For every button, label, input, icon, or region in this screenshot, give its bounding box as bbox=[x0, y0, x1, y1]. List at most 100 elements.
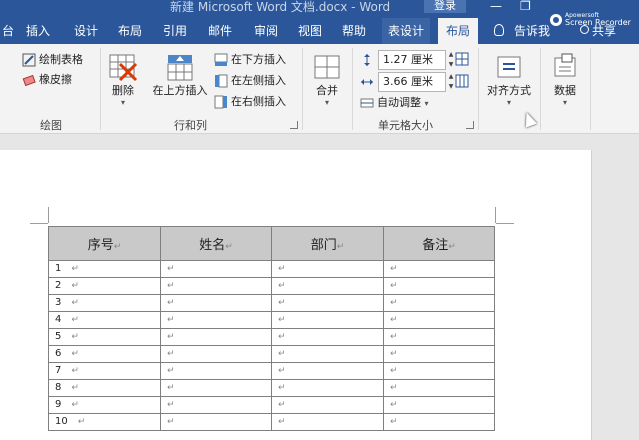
table-cell[interactable]: ↵ bbox=[383, 362, 495, 380]
table-cell[interactable]: ↵ bbox=[271, 294, 384, 312]
cell-mark: ↵ bbox=[71, 264, 79, 274]
header-cell[interactable]: 姓名↵ bbox=[160, 226, 272, 261]
table-cell[interactable]: ↵ bbox=[271, 396, 384, 414]
table-cell[interactable]: ↵ bbox=[271, 345, 384, 363]
row-number: 1 bbox=[55, 263, 62, 274]
restore-icon[interactable]: ❐ bbox=[520, 0, 531, 12]
table-row[interactable]: 10 ↵ ↵ ↵ ↵ bbox=[48, 413, 495, 431]
table-cell[interactable]: 1 ↵ bbox=[48, 260, 161, 278]
table-cell[interactable]: ↵ bbox=[271, 413, 384, 431]
row-height-spinner[interactable]: 1.27 厘米 ▲ ▼ bbox=[360, 50, 458, 70]
table-cell[interactable]: ↵ bbox=[383, 311, 495, 329]
table-cell[interactable]: ↵ bbox=[271, 311, 384, 329]
table-cell[interactable]: ↵ bbox=[383, 345, 495, 363]
tab-home[interactable]: 台 bbox=[0, 18, 16, 44]
login-button[interactable]: 登录 bbox=[424, 0, 466, 13]
table-cell[interactable]: ↵ bbox=[160, 260, 272, 278]
insert-right-button[interactable]: 在右侧插入 bbox=[214, 92, 286, 112]
table-cell[interactable]: ↵ bbox=[271, 362, 384, 380]
share-button[interactable]: 共享 bbox=[580, 18, 616, 44]
tab-table-design[interactable]: 表设计 bbox=[382, 18, 431, 44]
table-cell[interactable]: ↵ bbox=[160, 277, 272, 295]
table-cell[interactable]: 4 ↵ bbox=[48, 311, 161, 329]
tab-review[interactable]: 审阅 bbox=[254, 18, 278, 44]
document-table[interactable]: 序号↵ 姓名↵ 部门↵ 备注↵ 1 ↵ ↵ ↵ ↵ 2 ↵ ↵ ↵ ↵ 3 ↵ ↵ ↵ ↵ 4 ↵ ↵ ↵ ↵ 5 ↵ ↵ ↵… bbox=[48, 226, 495, 431]
insert-left-button[interactable]: 在左侧插入 bbox=[214, 71, 286, 91]
table-cell[interactable]: ↵ bbox=[383, 379, 495, 397]
table-cell[interactable]: ↵ bbox=[160, 379, 272, 397]
table-cell[interactable]: ↵ bbox=[383, 260, 495, 278]
margin-mark bbox=[30, 223, 48, 224]
column-width-spinner[interactable]: 3.66 厘米 ▲ ▼ bbox=[360, 72, 458, 92]
tab-mailings[interactable]: 邮件 bbox=[208, 18, 232, 44]
eraser-label: 橡皮擦 bbox=[39, 73, 72, 86]
merge-button[interactable]: 合并 ▾ bbox=[310, 52, 344, 107]
cell-size-launcher-icon[interactable] bbox=[466, 121, 474, 129]
distribute-rows-button[interactable] bbox=[455, 49, 472, 69]
table-cell[interactable]: 3 ↵ bbox=[48, 294, 161, 312]
chevron-down-icon: ▾ bbox=[562, 98, 567, 107]
distribute-columns-button[interactable] bbox=[455, 71, 472, 91]
eraser-button[interactable]: 橡皮擦 bbox=[22, 70, 72, 90]
table-cell[interactable]: ↵ bbox=[383, 396, 495, 414]
table-cell[interactable]: ↵ bbox=[383, 277, 495, 295]
table-row[interactable]: 4 ↵ ↵ ↵ ↵ bbox=[48, 311, 495, 329]
data-button[interactable]: 数据 ▾ bbox=[548, 52, 582, 107]
cell-mark: ↵ bbox=[336, 242, 345, 252]
table-cell[interactable]: ↵ bbox=[271, 260, 384, 278]
tab-design[interactable]: 设计 bbox=[74, 18, 98, 44]
alignment-button[interactable]: 对齐方式 ▾ bbox=[484, 52, 534, 107]
table-row[interactable]: 2 ↵ ↵ ↵ ↵ bbox=[48, 277, 495, 295]
cell-mark: ↵ bbox=[278, 349, 286, 359]
table-row[interactable]: 9 ↵ ↵ ↵ ↵ bbox=[48, 396, 495, 414]
insert-above-button[interactable]: 在上方插入 bbox=[150, 52, 210, 98]
header-cell[interactable]: 序号↵ bbox=[48, 226, 161, 261]
table-cell[interactable]: ↵ bbox=[271, 328, 384, 346]
minimize-icon[interactable]: — bbox=[490, 0, 502, 12]
table-cell[interactable]: 10 ↵ bbox=[48, 413, 161, 431]
table-cell[interactable]: ↵ bbox=[271, 277, 384, 295]
table-cell[interactable]: ↵ bbox=[160, 396, 272, 414]
table-cell[interactable]: 5 ↵ bbox=[48, 328, 161, 346]
cell-mark: ↵ bbox=[167, 264, 175, 274]
cell-mark: ↵ bbox=[278, 315, 286, 325]
tab-view[interactable]: 视图 bbox=[298, 18, 322, 44]
tell-me[interactable]: 告诉我 bbox=[494, 18, 550, 44]
tab-references[interactable]: 引用 bbox=[163, 18, 187, 44]
table-cell[interactable]: ↵ bbox=[160, 362, 272, 380]
table-header-row[interactable]: 序号↵ 姓名↵ 部门↵ 备注↵ bbox=[48, 226, 495, 261]
table-cell[interactable]: ↵ bbox=[383, 294, 495, 312]
draw-table-button[interactable]: 绘制表格 bbox=[22, 50, 83, 70]
table-row[interactable]: 3 ↵ ↵ ↵ ↵ bbox=[48, 294, 495, 312]
header-cell[interactable]: 备注↵ bbox=[383, 226, 495, 261]
table-cell[interactable]: 2 ↵ bbox=[48, 277, 161, 295]
table-cell[interactable]: ↵ bbox=[383, 328, 495, 346]
table-row[interactable]: 7 ↵ ↵ ↵ ↵ bbox=[48, 362, 495, 380]
tab-table-layout[interactable]: 布局 bbox=[438, 18, 479, 44]
tab-help[interactable]: 帮助 bbox=[342, 18, 366, 44]
rows-cols-launcher-icon[interactable] bbox=[290, 121, 298, 129]
table-cell[interactable]: ↵ bbox=[160, 311, 272, 329]
table-cell[interactable]: ↵ bbox=[160, 413, 272, 431]
table-cell[interactable]: 9 ↵ bbox=[48, 396, 161, 414]
table-cell[interactable]: 6 ↵ bbox=[48, 345, 161, 363]
table-cell[interactable]: ↵ bbox=[160, 328, 272, 346]
table-row[interactable]: 1 ↵ ↵ ↵ ↵ bbox=[48, 260, 495, 278]
insert-below-button[interactable]: 在下方插入 bbox=[214, 50, 286, 70]
table-cell[interactable]: 7 ↵ bbox=[48, 362, 161, 380]
table-cell[interactable]: ↵ bbox=[160, 294, 272, 312]
delete-button[interactable]: 删除 ▾ bbox=[108, 52, 138, 107]
header-cell[interactable]: 部门↵ bbox=[271, 226, 384, 261]
table-cell[interactable]: 8 ↵ bbox=[48, 379, 161, 397]
autofit-button[interactable]: 自动调整 ▾ bbox=[360, 93, 429, 113]
table-row[interactable]: 8 ↵ ↵ ↵ ↵ bbox=[48, 379, 495, 397]
table-row[interactable]: 6 ↵ ↵ ↵ ↵ bbox=[48, 345, 495, 363]
table-row[interactable]: 5 ↵ ↵ ↵ ↵ bbox=[48, 328, 495, 346]
table-cell[interactable]: ↵ bbox=[271, 379, 384, 397]
tab-layout[interactable]: 布局 bbox=[118, 18, 142, 44]
row-height-input[interactable]: 1.27 厘米 bbox=[378, 50, 446, 70]
tab-insert[interactable]: 插入 bbox=[26, 18, 50, 44]
table-cell[interactable]: ↵ bbox=[383, 413, 495, 431]
table-cell[interactable]: ↵ bbox=[160, 345, 272, 363]
column-width-input[interactable]: 3.66 厘米 bbox=[378, 72, 446, 92]
